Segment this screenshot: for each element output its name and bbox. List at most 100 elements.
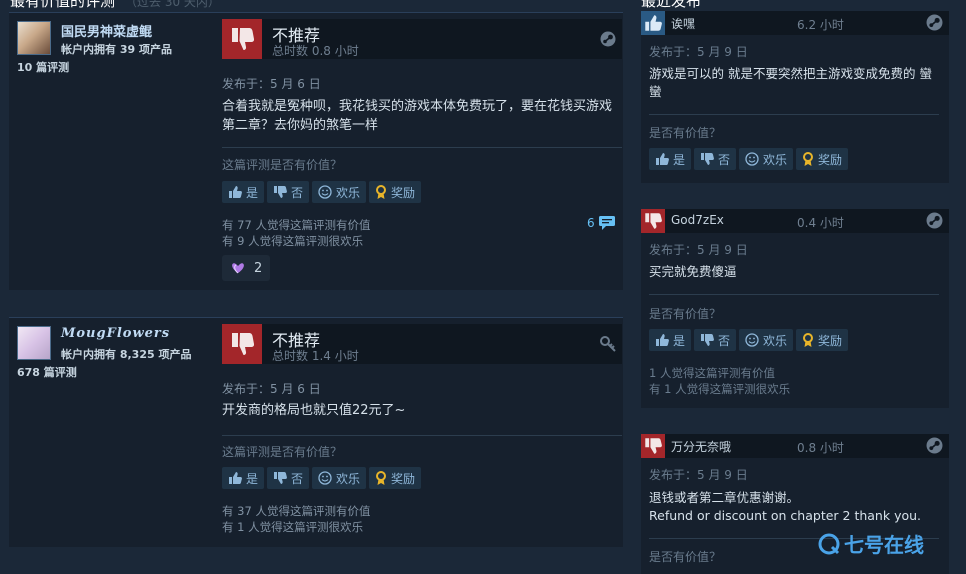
helpful-question: 是否有价值？ bbox=[649, 550, 722, 564]
comments-link[interactable]: 6 bbox=[587, 216, 615, 230]
vote-no-button[interactable]: 否 bbox=[694, 148, 737, 170]
recent-review-header[interactable]: 诶嘿 6.2 小时 bbox=[641, 11, 949, 35]
vote-buttons: 是 否 欢乐 奖励 bbox=[222, 181, 422, 203]
recent-review-card: 诶嘿 6.2 小时 发布于：5 月 9 日 游戏是可以的 就是不要突然把主游戏变… bbox=[641, 11, 949, 183]
author-review-count[interactable]: 10 篇评测 bbox=[17, 59, 69, 75]
vote-no-button[interactable]: 否 bbox=[267, 467, 310, 489]
watermark-logo-icon bbox=[818, 533, 840, 554]
steam-icon bbox=[926, 437, 943, 458]
recent-review-card: God7zEx 0.4 小时 发布于：5 月 9 日 买完就免费傻逼 是否有价值… bbox=[641, 209, 949, 408]
helpful-question: 这篇评测是否有价值？ bbox=[222, 445, 343, 459]
review-text: 合着我就是冤种呗，我花钱买的游戏本体免费玩了，要在花钱买游戏第二章？去你妈的煞笔… bbox=[222, 99, 613, 133]
author-review-count[interactable]: 678 篇评测 bbox=[17, 364, 77, 380]
smile-icon bbox=[745, 152, 759, 166]
thumbs-up-icon bbox=[656, 153, 669, 165]
vote-funny-button[interactable]: 欢乐 bbox=[739, 148, 794, 170]
thumbs-down-icon bbox=[222, 19, 262, 59]
vote-yes-button[interactable]: 是 bbox=[222, 181, 265, 203]
recent-header: 最近发布 bbox=[641, 0, 702, 10]
review-posted-date: 发布于：5 月 6 日 bbox=[222, 382, 321, 396]
key-icon bbox=[600, 336, 616, 356]
vote-yes-button[interactable]: 是 bbox=[649, 148, 692, 170]
smile-icon bbox=[318, 471, 332, 485]
award-label: 奖励 bbox=[391, 471, 416, 486]
thumbs-up-icon bbox=[229, 472, 242, 484]
award-icon bbox=[803, 152, 814, 166]
vote-no-label: 否 bbox=[291, 471, 304, 486]
helpful-question: 这篇评测是否有价值？ bbox=[222, 158, 343, 172]
thumbs-up-icon bbox=[641, 11, 665, 35]
thumbs-down-icon bbox=[641, 434, 665, 458]
smile-icon bbox=[745, 333, 759, 347]
review-posted-date: 发布于：5 月 6 日 bbox=[222, 77, 321, 91]
vote-yes-button[interactable]: 是 bbox=[649, 329, 692, 351]
review-card: MougFlowers 帐户内拥有 8,325 项产品 678 篇评测 不推荐 … bbox=[9, 317, 623, 547]
recent-review-text: 游戏是可以的 就是不要突然把主游戏变成免费的 蠻蠻 bbox=[649, 66, 932, 99]
helpful-question: 是否有价值？ bbox=[649, 307, 722, 321]
comment-icon bbox=[598, 216, 615, 230]
review-hours: 总时数 1.4 小时 bbox=[272, 349, 359, 363]
funny-count: 有 1 人觉得这篇评测很欢乐 bbox=[222, 520, 364, 534]
most-helpful-title: 最有价值的评测 bbox=[10, 0, 116, 10]
review-vote-header[interactable]: 不推荐 总时数 1.4 小时 bbox=[222, 324, 622, 364]
vote-no-label: 否 bbox=[718, 333, 731, 348]
award-icon bbox=[803, 333, 814, 347]
vote-funny-button[interactable]: 欢乐 bbox=[312, 467, 367, 489]
award-button[interactable]: 奖励 bbox=[796, 329, 849, 351]
recent-review-text-line: Refund or discount on chapter 2 thank yo… bbox=[649, 508, 922, 523]
avatar[interactable] bbox=[17, 21, 51, 55]
review-text: 开发商的格局也就只值22元了~ bbox=[222, 403, 406, 418]
vote-buttons: 是 否 欢乐 奖励 bbox=[649, 148, 849, 170]
review-vote-header[interactable]: 不推荐 总时数 0.8 小时 bbox=[222, 19, 622, 59]
review-hours: 总时数 0.8 小时 bbox=[272, 44, 359, 58]
thumbs-down-icon bbox=[274, 186, 287, 198]
heart-award-icon bbox=[232, 263, 244, 274]
recent-hours: 6.2 小时 bbox=[797, 18, 844, 32]
vote-yes-button[interactable]: 是 bbox=[222, 467, 265, 489]
review-stats: 有 37 人觉得这篇评测有价值 有 1 人觉得这篇评测很欢乐 bbox=[222, 503, 370, 535]
steam-icon bbox=[926, 14, 943, 35]
vote-yes-label: 是 bbox=[246, 471, 259, 486]
award-button[interactable]: 奖励 bbox=[369, 467, 422, 489]
award-button[interactable]: 奖励 bbox=[369, 181, 422, 203]
helpful-count: 有 37 人觉得这篇评测有价值 bbox=[222, 504, 371, 518]
thumbs-up-icon bbox=[229, 186, 242, 198]
author-name[interactable]: MougFlowers bbox=[61, 326, 170, 341]
thumbs-down-icon bbox=[641, 209, 665, 233]
recent-review-text: 买完就免费傻逼 bbox=[649, 264, 737, 279]
divider bbox=[649, 294, 939, 295]
vote-no-label: 否 bbox=[291, 185, 304, 200]
divider bbox=[222, 147, 622, 148]
recent-hours: 0.8 小时 bbox=[797, 441, 844, 455]
recent-author-name[interactable]: God7zEx bbox=[671, 213, 724, 227]
recent-review-header[interactable]: God7zEx 0.4 小时 bbox=[641, 209, 949, 233]
comment-count: 6 bbox=[587, 216, 595, 230]
recent-review-text-line: 退钱或者第二章优惠谢谢。 bbox=[649, 490, 800, 505]
recent-author-name[interactable]: 诶嘿 bbox=[671, 15, 695, 32]
author-products: 帐户内拥有 39 项产品 bbox=[61, 43, 172, 56]
award-chip[interactable]: 2 bbox=[222, 255, 271, 281]
vote-funny-button[interactable]: 欢乐 bbox=[739, 329, 794, 351]
recent-review-stats: 1 人觉得这篇评测有价值 有 1 人觉得这篇评测很欢乐 bbox=[649, 365, 790, 397]
award-button[interactable]: 奖励 bbox=[796, 148, 849, 170]
thumbs-down-icon bbox=[274, 472, 287, 484]
award-label: 奖励 bbox=[391, 185, 416, 200]
award-label: 奖励 bbox=[818, 152, 843, 167]
vote-yes-label: 是 bbox=[673, 333, 686, 348]
author-name[interactable]: 国民男神菜虚鲲 bbox=[61, 21, 152, 40]
thumbs-down-icon bbox=[701, 334, 714, 346]
steam-icon bbox=[600, 31, 616, 51]
vote-funny-button[interactable]: 欢乐 bbox=[312, 181, 367, 203]
author-products: 帐户内拥有 8,325 项产品 bbox=[61, 348, 192, 361]
most-helpful-subtitle: （过去 30 天内） bbox=[125, 0, 220, 9]
vote-no-button[interactable]: 否 bbox=[267, 181, 310, 203]
vote-buttons: 是 否 欢乐 奖励 bbox=[649, 329, 849, 351]
award-count: 2 bbox=[254, 260, 263, 276]
award-label: 奖励 bbox=[818, 333, 843, 348]
recent-author-name[interactable]: 万分无奈哦 bbox=[671, 438, 731, 455]
recent-review-header[interactable]: 万分无奈哦 0.8 小时 bbox=[641, 434, 949, 458]
avatar[interactable] bbox=[17, 326, 51, 360]
vote-funny-label: 欢乐 bbox=[763, 152, 788, 167]
vote-no-button[interactable]: 否 bbox=[694, 329, 737, 351]
funny-count: 有 9 人觉得这篇评测很欢乐 bbox=[222, 234, 364, 248]
